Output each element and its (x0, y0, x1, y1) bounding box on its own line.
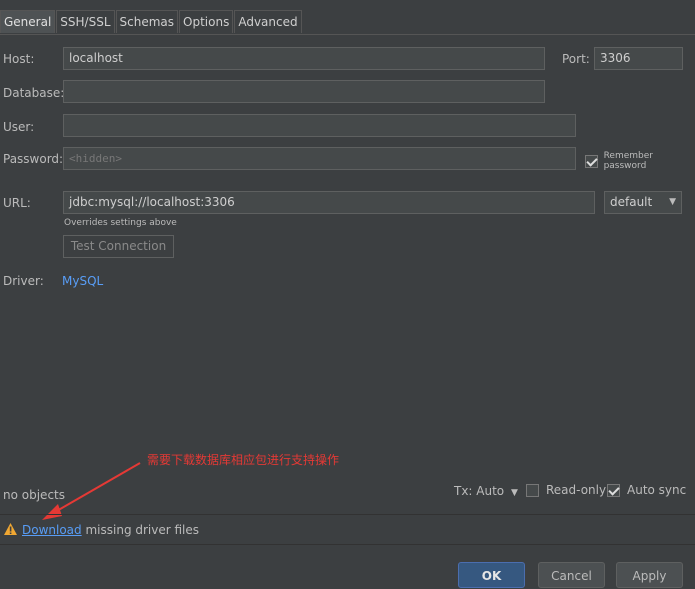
read-only-toggle[interactable]: Read-only (526, 483, 606, 497)
auto-sync-label: Auto sync (627, 483, 687, 497)
apply-button[interactable]: Apply (616, 562, 683, 588)
auto-sync-checkbox[interactable] (607, 483, 620, 497)
warning-message: Download missing driver files (22, 523, 199, 537)
tx-mode-label: Tx: Auto (454, 484, 505, 498)
read-only-label: Read-only (546, 483, 607, 497)
ok-button[interactable]: OK (458, 562, 525, 588)
objects-status: no objects (3, 488, 65, 502)
tx-mode-select[interactable]: Tx: Auto ▼ (454, 484, 518, 498)
divider (0, 544, 695, 545)
divider (0, 514, 695, 515)
auto-sync-toggle[interactable]: Auto sync (607, 483, 686, 497)
warning-text: missing driver files (81, 523, 200, 537)
download-driver-link[interactable]: Download (22, 523, 82, 537)
cancel-button[interactable]: Cancel (538, 562, 605, 588)
chevron-down-icon: ▼ (510, 488, 518, 498)
read-only-checkbox[interactable] (526, 483, 539, 497)
annotation-arrow (42, 462, 141, 520)
warning-icon (4, 523, 17, 538)
